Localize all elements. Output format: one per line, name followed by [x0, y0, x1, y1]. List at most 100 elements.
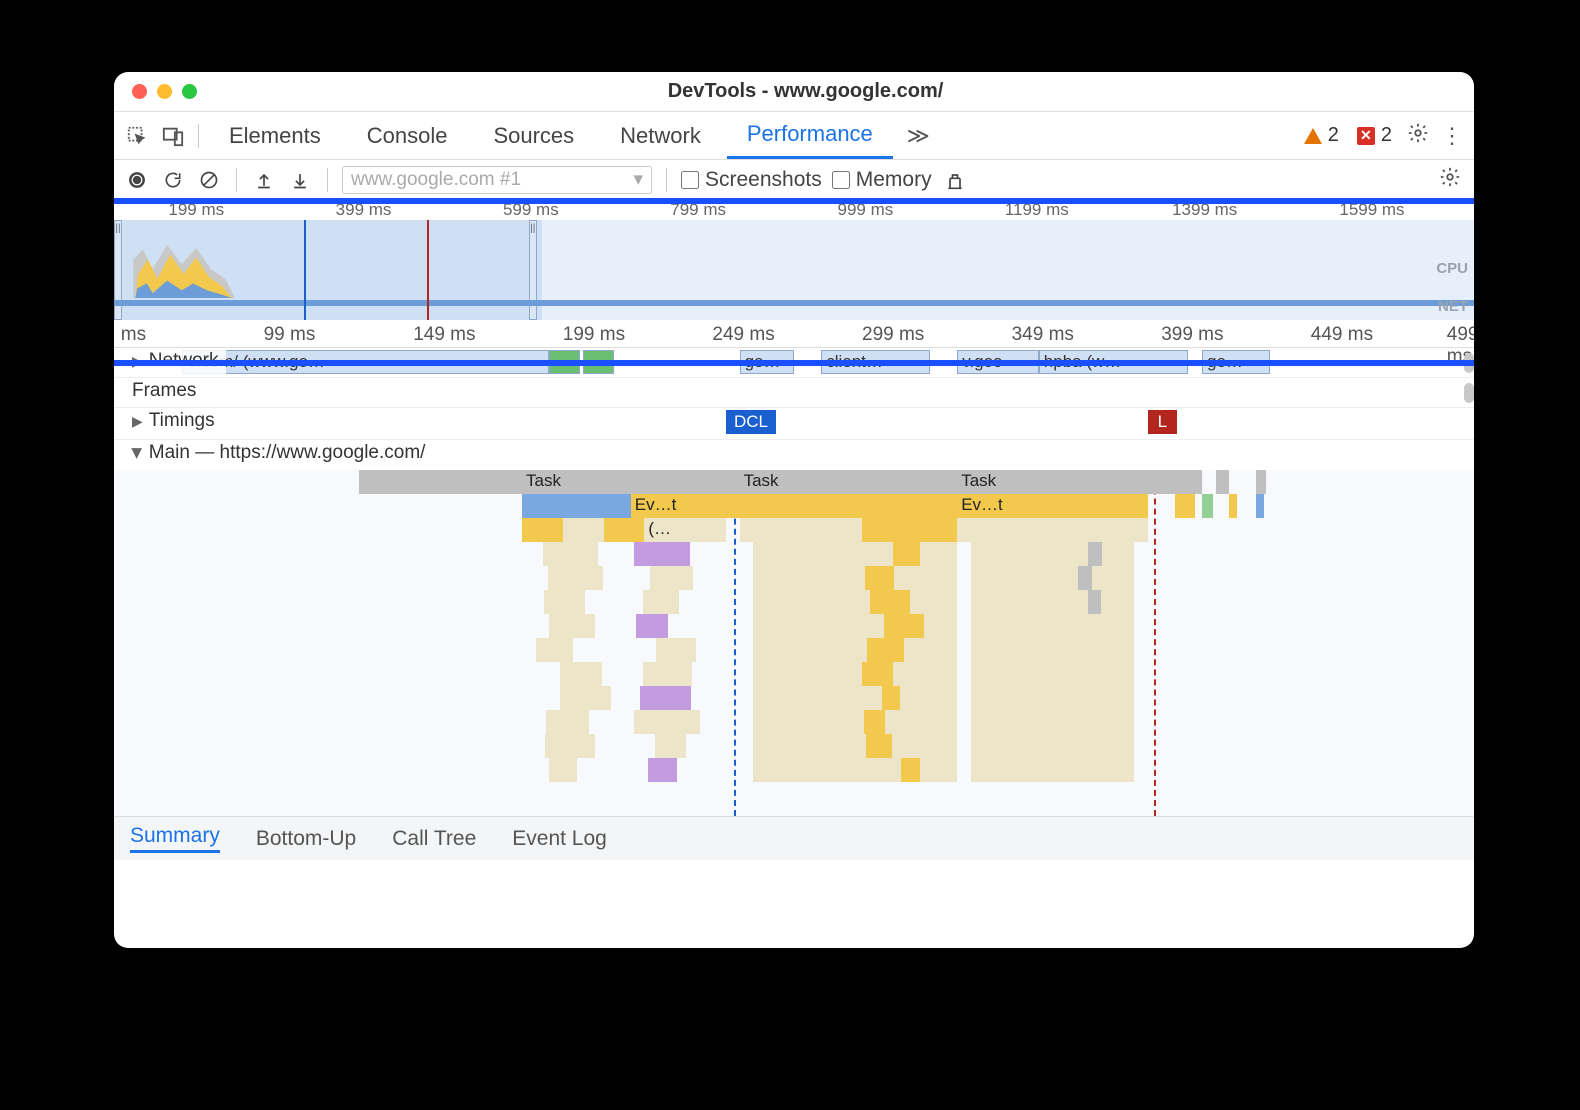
flame-bar[interactable] — [636, 614, 668, 638]
flame-bar[interactable] — [643, 662, 692, 686]
overview-chart[interactable]: || || CPU NET — [114, 220, 1474, 320]
main-track-header[interactable]: ▶Main — https://www.google.com/ — [114, 440, 1474, 470]
load-marker[interactable]: L — [1148, 410, 1177, 434]
flame-bar[interactable] — [866, 734, 892, 758]
expand-icon[interactable]: ▶ — [132, 413, 143, 430]
flame-bar[interactable] — [971, 566, 1134, 590]
flame-bar[interactable] — [957, 518, 1147, 542]
flame-bar[interactable] — [971, 710, 1134, 734]
flame-bar[interactable] — [1012, 494, 1148, 518]
network-track[interactable]: e.com/ (www.go…ge…client…v.goohpba (w…ge… — [114, 348, 1474, 378]
flame-bar[interactable] — [650, 566, 692, 590]
network-bar[interactable]: e.com/ (www.go… — [182, 350, 549, 374]
tab-elements[interactable]: Elements — [209, 112, 341, 159]
recording-select[interactable]: www.google.com #1▾ — [342, 166, 652, 194]
warning-badge[interactable]: 2 — [1298, 124, 1345, 147]
flame-bar[interactable] — [548, 566, 603, 590]
garbage-collect-button[interactable] — [942, 170, 968, 190]
collapse-icon[interactable]: ▶ — [129, 448, 146, 459]
flame-bar[interactable] — [753, 614, 957, 638]
inspect-icon[interactable] — [122, 125, 152, 147]
flame-bar[interactable] — [656, 638, 696, 662]
flame-bar[interactable] — [1229, 494, 1237, 518]
flame-bar[interactable] — [753, 710, 957, 734]
screenshots-checkbox[interactable]: Screenshots — [681, 168, 822, 192]
flame-bar[interactable] — [753, 758, 957, 782]
flame-bar[interactable] — [753, 566, 957, 590]
details-tab-event-log[interactable]: Event Log — [512, 827, 607, 851]
flame-bar[interactable] — [522, 494, 631, 518]
flame-bar[interactable]: Ev…t — [631, 494, 740, 518]
memory-checkbox[interactable]: Memory — [832, 168, 932, 192]
network-bar[interactable]: hpba (w… — [1039, 350, 1189, 374]
flame-bar[interactable] — [1088, 590, 1102, 614]
clear-button[interactable] — [196, 170, 222, 190]
flame-bar[interactable] — [971, 686, 1134, 710]
flame-bar[interactable] — [884, 614, 923, 638]
expand-icon[interactable]: ▶ — [132, 353, 143, 370]
flame-bar[interactable] — [862, 518, 957, 542]
flame-bar[interactable] — [560, 686, 611, 710]
flame-bar[interactable] — [640, 686, 691, 710]
flame-bar[interactable] — [753, 542, 957, 566]
flame-bar[interactable] — [655, 734, 686, 758]
flame-bar[interactable] — [865, 566, 894, 590]
flame-chart[interactable]: TaskTaskTaskEv…tEv…t(… — [114, 470, 1474, 816]
flame-bar[interactable] — [1216, 470, 1230, 494]
flame-bar[interactable] — [563, 518, 604, 542]
tab-network[interactable]: Network — [600, 112, 721, 159]
flame-bar[interactable]: Ev…t — [957, 494, 1011, 518]
settings-icon[interactable] — [1404, 122, 1432, 150]
flame-bar[interactable] — [971, 638, 1134, 662]
scrollbar-thumb[interactable] — [1464, 383, 1474, 403]
flame-bar[interactable] — [1175, 494, 1195, 518]
flame-bar[interactable] — [536, 638, 573, 662]
flame-bar[interactable] — [634, 710, 701, 734]
flame-bar[interactable] — [753, 662, 957, 686]
flame-bar[interactable] — [546, 710, 588, 734]
timings-track[interactable]: ▶Timings DCL L — [114, 408, 1474, 440]
flame-bar[interactable] — [971, 614, 1134, 638]
flame-bar[interactable] — [648, 758, 677, 782]
dcl-marker[interactable]: DCL — [726, 410, 776, 434]
flame-bar[interactable] — [971, 590, 1134, 614]
network-bar[interactable]: ge… — [1202, 350, 1270, 374]
flame-bar[interactable] — [1078, 566, 1092, 590]
flame-bar[interactable] — [753, 734, 957, 758]
record-button[interactable] — [124, 170, 150, 190]
flame-bar[interactable] — [882, 686, 900, 710]
reload-button[interactable] — [160, 170, 186, 190]
perf-settings-icon[interactable] — [1436, 166, 1464, 194]
flame-bar[interactable] — [545, 734, 596, 758]
flame-bar[interactable]: Task — [740, 470, 958, 494]
flame-bar[interactable] — [1088, 542, 1102, 566]
flame-bar[interactable] — [643, 590, 679, 614]
flame-bar[interactable] — [971, 758, 1134, 782]
overview-ruler[interactable]: 199 ms399 ms599 ms799 ms999 ms1199 ms139… — [114, 200, 1474, 220]
flame-bar[interactable] — [1175, 470, 1202, 494]
flame-bar[interactable] — [753, 590, 957, 614]
flame-bar[interactable] — [862, 662, 893, 686]
download-button[interactable] — [287, 170, 313, 190]
flame-bar[interactable]: (… — [644, 518, 726, 542]
flame-bar[interactable]: Task — [522, 470, 726, 494]
flame-bar[interactable]: Task — [957, 470, 1147, 494]
kebab-icon[interactable]: ⋮ — [1438, 123, 1466, 149]
details-tab-call-tree[interactable]: Call Tree — [392, 827, 476, 851]
flame-bar[interactable] — [864, 710, 885, 734]
flame-bar[interactable] — [867, 638, 904, 662]
flame-bar[interactable] — [870, 590, 910, 614]
network-bar[interactable]: v.goo — [957, 350, 1039, 374]
flame-bar[interactable] — [522, 518, 563, 542]
flame-bar[interactable] — [544, 590, 585, 614]
tab-performance[interactable]: Performance — [727, 112, 893, 159]
flame-bar[interactable] — [971, 662, 1134, 686]
flame-bar[interactable] — [604, 518, 645, 542]
network-bar[interactable]: client… — [821, 350, 930, 374]
detail-ruler[interactable]: ms99 ms149 ms199 ms249 ms299 ms349 ms399… — [114, 320, 1474, 348]
frames-track[interactable]: Frames — [114, 378, 1474, 408]
flame-bar[interactable] — [543, 542, 598, 566]
tab-console[interactable]: Console — [347, 112, 468, 159]
network-bar[interactable] — [583, 350, 614, 374]
flame-bar[interactable] — [1256, 470, 1266, 494]
